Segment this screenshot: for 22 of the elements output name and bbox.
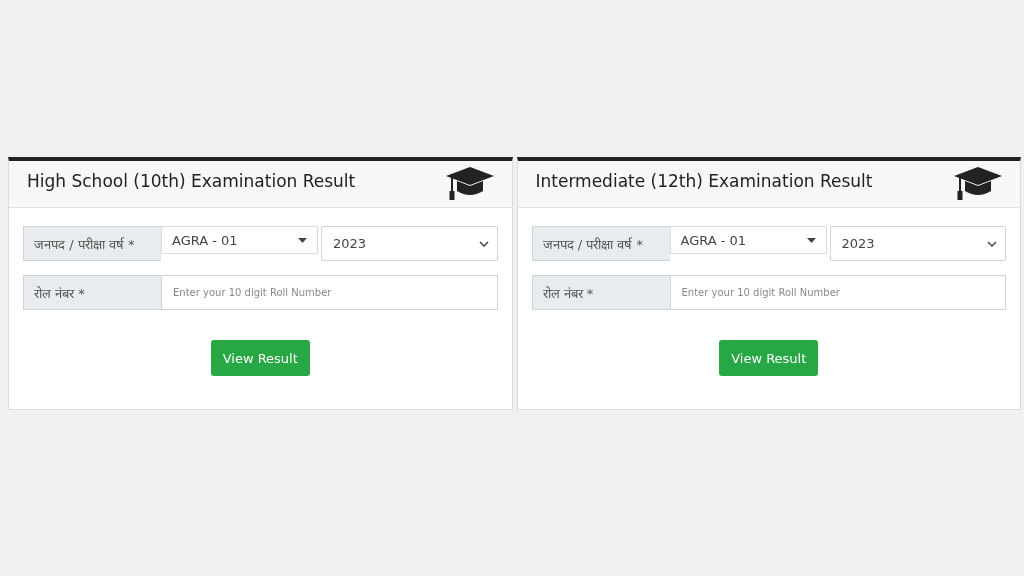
- roll-number-field[interactable]: Enter your 10 digit Roll Number: [669, 275, 1006, 310]
- graduation-cap-icon: [445, 167, 494, 201]
- field-label: रोल नंबर *: [531, 275, 670, 310]
- card-title: High School (10th) Examination Result: [27, 171, 356, 191]
- card-title: Intermediate (12th) Examination Result: [535, 171, 873, 191]
- field-label: रोल नंबर *: [23, 275, 161, 310]
- select-value: 2023: [841, 236, 875, 251]
- select-value: AGRA - 01: [172, 232, 238, 248]
- district-select[interactable]: AGRA - 01: [669, 226, 827, 254]
- select-value: AGRA - 01: [680, 232, 747, 248]
- district-select[interactable]: AGRA - 01: [161, 226, 318, 254]
- field-label: जनपद / परीक्षा वर्ष *: [531, 226, 670, 261]
- chevron-down-icon: [478, 240, 489, 247]
- year-select[interactable]: 2023: [829, 226, 1006, 261]
- roll-number-field[interactable]: Enter your 10 digit Roll Number: [161, 275, 498, 310]
- caret-icon: [806, 237, 816, 243]
- year-select[interactable]: 2023: [321, 226, 498, 261]
- graduation-cap-icon: [954, 167, 1002, 201]
- caret-icon: [298, 237, 307, 243]
- select-value: 2023: [333, 236, 367, 251]
- chevron-down-icon: [987, 240, 997, 247]
- field-label: जनपद / परीक्षा वर्ष *: [23, 226, 161, 261]
